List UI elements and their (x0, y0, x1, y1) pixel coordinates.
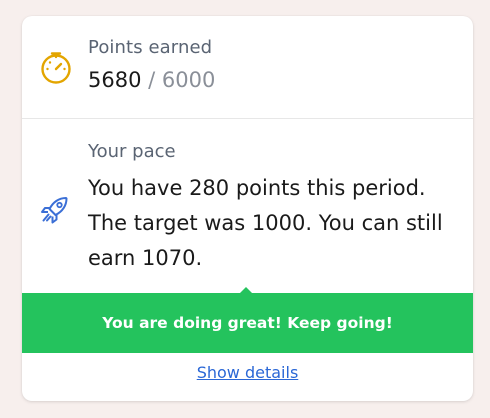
points-earned-value: 5680 (88, 68, 142, 92)
pace-label: Your pace (88, 141, 176, 162)
pace-message: You have 280 points this period. The tar… (88, 176, 443, 270)
points-value: 5680 / 6000 (88, 68, 215, 92)
points-earned-label: Points earned (88, 37, 213, 58)
points-card: Points earned 5680 / 6000 Your pace You … (22, 16, 473, 401)
pace-row: Your pace You have 280 points this perio… (22, 119, 473, 293)
rocket-icon (41, 197, 68, 224)
encouragement-message: You are doing great! Keep going! (102, 314, 393, 332)
show-details-link[interactable]: Show details (22, 363, 473, 382)
points-total-value: 6000 (161, 68, 216, 92)
encouragement-banner: You are doing great! Keep going! (22, 287, 473, 353)
speedometer-icon (41, 52, 71, 84)
points-separator: / (141, 68, 162, 92)
banner-notch (240, 287, 252, 293)
points-row: Points earned 5680 / 6000 (22, 16, 473, 119)
